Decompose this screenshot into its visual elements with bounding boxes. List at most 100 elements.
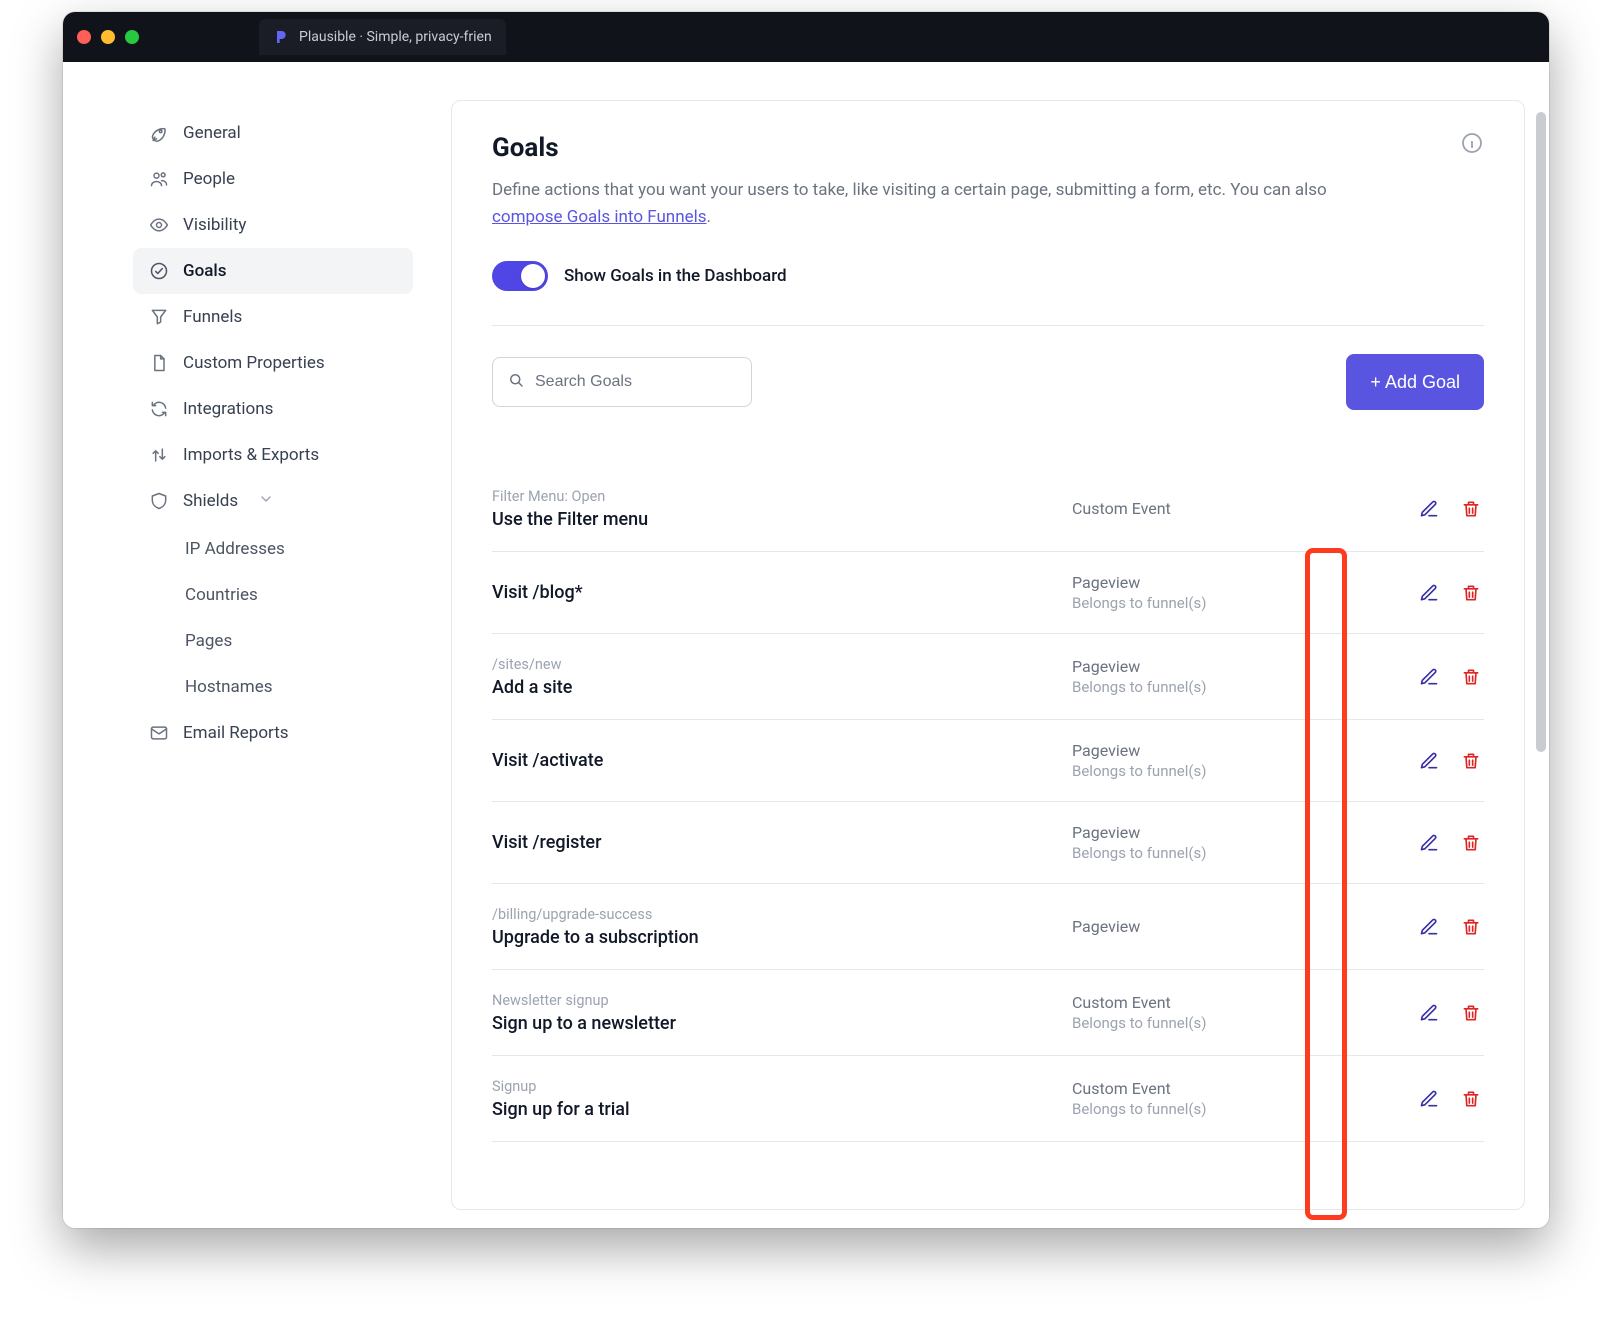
goal-actions: [1400, 1088, 1484, 1110]
compose-funnels-link[interactable]: compose Goals into Funnels: [492, 207, 707, 227]
goal-title: Visit /register: [492, 832, 1072, 853]
goal-mid: Pageview: [1072, 917, 1400, 936]
edit-goal-button[interactable]: [1418, 1002, 1440, 1024]
close-window-button[interactable]: [77, 30, 91, 44]
delete-goal-button[interactable]: [1460, 832, 1482, 854]
goal-row: Filter Menu: Open Use the Filter menuCust…: [492, 466, 1484, 552]
sidebar-subitem-pages[interactable]: Pages: [133, 618, 413, 664]
goal-title: Visit /blog*: [492, 582, 1072, 603]
shields-submenu: IP Addresses Countries Pages Hostnames: [133, 526, 413, 710]
goal-mid: PageviewBelongs to funnel(s): [1072, 657, 1400, 696]
goal-belongs: Belongs to funnel(s): [1072, 762, 1400, 780]
desc-text: Define actions that you want your users …: [492, 180, 1327, 200]
sidebar-item-label: Imports & Exports: [183, 445, 319, 465]
sidebar-subitem-label: Hostnames: [185, 677, 273, 697]
goal-type: Pageview: [1072, 823, 1400, 842]
tab-title: Plausible · Simple, privacy-frien: [299, 29, 492, 45]
edit-goal-button[interactable]: [1418, 832, 1440, 854]
mail-icon: [149, 723, 169, 743]
goal-belongs: Belongs to funnel(s): [1072, 1100, 1400, 1118]
goal-left: Filter Menu: Open Use the Filter menu: [492, 488, 1072, 530]
main-content: Goals Define actions that you want your …: [413, 62, 1549, 1228]
sidebar-item-label: General: [183, 123, 241, 143]
goal-mid: PageviewBelongs to funnel(s): [1072, 573, 1400, 612]
edit-goal-button[interactable]: [1418, 750, 1440, 772]
sidebar-item-visibility[interactable]: Visibility: [133, 202, 413, 248]
goal-mid: Custom Event: [1072, 499, 1400, 518]
goal-belongs: Belongs to funnel(s): [1072, 1014, 1400, 1032]
titlebar: Plausible · Simple, privacy-frien: [63, 12, 1549, 62]
goal-left: Signup Sign up for a trial: [492, 1078, 1072, 1120]
browser-tab[interactable]: Plausible · Simple, privacy-frien: [259, 19, 506, 55]
edit-goal-button[interactable]: [1418, 666, 1440, 688]
desc-text-end: .: [707, 207, 711, 227]
toggle-label: Show Goals in the Dashboard: [564, 266, 787, 286]
goal-actions: [1400, 582, 1484, 604]
goal-subtitle: /billing/upgrade-success: [492, 906, 1072, 923]
delete-goal-button[interactable]: [1460, 1002, 1482, 1024]
window-controls: [77, 30, 139, 44]
vertical-scrollbar[interactable]: [1536, 112, 1546, 752]
goal-left: Visit /activate: [492, 750, 1072, 771]
sidebar-subitem-label: Countries: [185, 585, 258, 605]
delete-goal-button[interactable]: [1460, 498, 1482, 520]
sidebar-item-general[interactable]: General: [133, 110, 413, 156]
edit-goal-button[interactable]: [1418, 498, 1440, 520]
goal-left: Newsletter signupSign up to a newsletter: [492, 992, 1072, 1034]
sidebar-item-goals[interactable]: Goals: [133, 248, 413, 294]
goal-row: /sites/newAdd a sitePageviewBelongs to f…: [492, 634, 1484, 720]
delete-goal-button[interactable]: [1460, 750, 1482, 772]
maximize-window-button[interactable]: [125, 30, 139, 44]
edit-goal-button[interactable]: [1418, 916, 1440, 938]
funnel-icon: [149, 307, 169, 327]
goal-belongs: Belongs to funnel(s): [1072, 844, 1400, 862]
divider: [492, 325, 1484, 326]
sidebar-item-label: Visibility: [183, 215, 246, 235]
goal-left: Visit /register: [492, 832, 1072, 853]
sidebar-item-label: Integrations: [183, 399, 273, 419]
goal-type: Pageview: [1072, 741, 1400, 760]
goal-subtitle: Signup: [492, 1078, 1072, 1095]
delete-goal-button[interactable]: [1460, 666, 1482, 688]
goals-card: Goals Define actions that you want your …: [451, 100, 1525, 1210]
info-icon[interactable]: [1460, 131, 1484, 155]
delete-goal-button[interactable]: [1460, 582, 1482, 604]
add-goal-button[interactable]: + Add Goal: [1346, 354, 1484, 410]
goal-belongs: Belongs to funnel(s): [1072, 678, 1400, 696]
goal-list: Filter Menu: OpenUse the Filter menuCust…: [492, 466, 1484, 1142]
delete-goal-button[interactable]: [1460, 1088, 1482, 1110]
sidebar-subitem-hostnames[interactable]: Hostnames: [133, 664, 413, 710]
show-goals-toggle[interactable]: [492, 261, 548, 291]
minimize-window-button[interactable]: [101, 30, 115, 44]
goal-type: Custom Event: [1072, 993, 1400, 1012]
sidebar-item-funnels[interactable]: Funnels: [133, 294, 413, 340]
goal-title: Sign up for a trial: [492, 1099, 1072, 1120]
eye-icon: [149, 215, 169, 235]
document-icon: [149, 353, 169, 373]
goal-subtitle: Newsletter signup: [492, 992, 1072, 1009]
sidebar-item-shields[interactable]: Shields: [133, 478, 413, 524]
sidebar-item-people[interactable]: People: [133, 156, 413, 202]
sidebar-subitem-countries[interactable]: Countries: [133, 572, 413, 618]
search-goals-input[interactable]: [535, 373, 742, 391]
goal-row: Visit /registerPageview Belongs to funnel…: [492, 802, 1484, 884]
edit-goal-button[interactable]: [1418, 1088, 1440, 1110]
goal-subtitle: Filter Menu: Open: [492, 488, 1072, 505]
goal-left: Visit /blog*: [492, 582, 1072, 603]
sidebar-item-email-reports[interactable]: Email Reports: [133, 710, 413, 756]
sidebar-item-label: People: [183, 169, 235, 189]
arrows-up-down-icon: [149, 445, 169, 465]
search-goals-field[interactable]: [492, 357, 752, 407]
sidebar-item-integrations[interactable]: Integrations: [133, 386, 413, 432]
toggle-knob: [521, 264, 545, 288]
goal-row: SignupSign up for a trialCustom EventBel…: [492, 1056, 1484, 1142]
sidebar-subitem-ip-addresses[interactable]: IP Addresses: [133, 526, 413, 572]
sidebar-item-custom-properties[interactable]: Custom Properties: [133, 340, 413, 386]
goal-row: Visit /blog*PageviewBelongs to funnel(s): [492, 552, 1484, 634]
sidebar-item-imports-exports[interactable]: Imports & Exports: [133, 432, 413, 478]
edit-goal-button[interactable]: [1418, 582, 1440, 604]
goal-title: Add a site: [492, 677, 1072, 698]
goal-title: Use the Filter menu: [492, 509, 1072, 530]
delete-goal-button[interactable]: [1460, 916, 1482, 938]
goal-row: /billing/upgrade-successUpgrade to a sub…: [492, 884, 1484, 970]
